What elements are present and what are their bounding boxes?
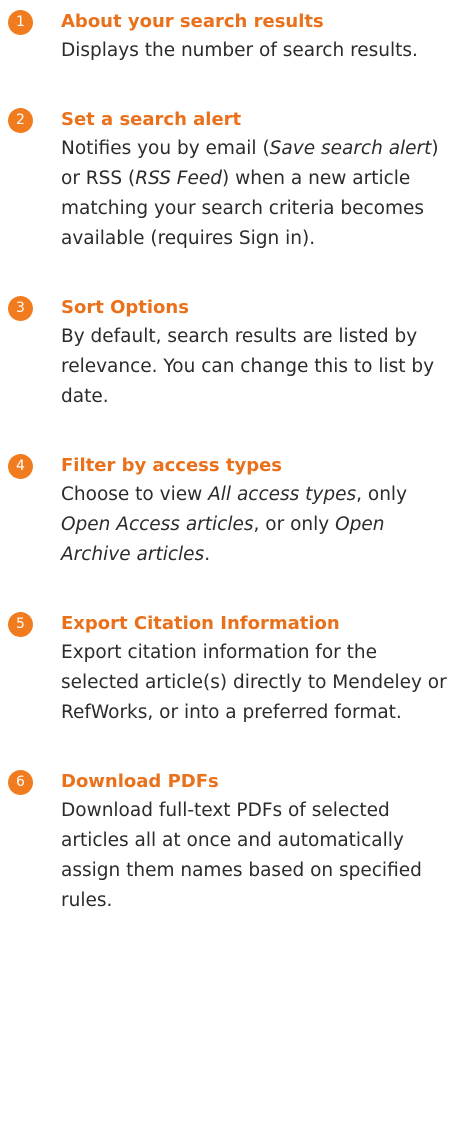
description-text: Choose to view — [61, 484, 209, 505]
feature-content: Export Citation Information Export citati… — [61, 610, 448, 728]
feature-description: Choose to view All access types, only Op… — [61, 480, 448, 570]
emphasized-term: Save search alert — [269, 138, 432, 159]
feature-content: Download PDFs Download full-text PDFs of … — [61, 768, 448, 916]
description-text: Download full-text PDFs of selected arti… — [61, 800, 422, 911]
number-badge: 3 — [8, 296, 33, 321]
feature-item: 5 Export Citation Information Export citat… — [8, 610, 448, 728]
number-badge: 6 — [8, 770, 33, 795]
feature-description: Notifies you by email (Save search alert… — [61, 134, 448, 254]
feature-content: About your search results Displays the nu… — [61, 8, 448, 66]
feature-item: 6 Download PDFs Download full-text PDFs of… — [8, 768, 448, 916]
feature-title: Export Citation Information — [61, 613, 340, 634]
feature-title: Download PDFs — [61, 771, 219, 792]
description-text: Export citation information for the sele… — [61, 642, 447, 723]
description-text: Notifies you by email ( — [61, 138, 270, 159]
number-badge: 5 — [8, 612, 33, 637]
feature-content: Sort Options By default, search results a… — [61, 294, 448, 412]
number-badge: 2 — [8, 108, 33, 133]
description-text: . — [204, 544, 211, 565]
number-badge: 4 — [8, 454, 33, 479]
feature-description: Displays the number of search results. — [61, 36, 448, 66]
feature-item: 3 Sort Options By default, search results … — [8, 294, 448, 412]
feature-content: Set a search alert Notifies you by email … — [61, 106, 448, 254]
feature-title: Sort Options — [61, 297, 189, 318]
feature-list: 1 About your search results Displays the n… — [8, 8, 448, 956]
feature-description: Export citation information for the sele… — [61, 638, 448, 728]
feature-item: 4 Filter by access types Choose to view Al… — [8, 452, 448, 570]
feature-description: By default, search results are listed by… — [61, 322, 448, 412]
feature-description: Download full-text PDFs of selected arti… — [61, 796, 448, 916]
description-text: , only — [356, 484, 408, 505]
emphasized-term: All access types — [208, 484, 357, 505]
emphasized-term: RSS Feed — [135, 168, 222, 189]
description-text: By default, search results are listed by… — [61, 326, 435, 407]
feature-item: 2 Set a search alert Notifies you by email… — [8, 106, 448, 254]
emphasized-term: Open Access articles — [61, 514, 254, 535]
feature-title: Set a search alert — [61, 109, 242, 130]
feature-title: Filter by access types — [61, 455, 283, 476]
feature-title: About your search results — [61, 11, 324, 32]
description-text: , or only — [253, 514, 336, 535]
number-badge: 1 — [8, 10, 33, 35]
feature-item: 1 About your search results Displays the n… — [8, 8, 448, 66]
description-text: Displays the number of search results. — [61, 40, 418, 61]
feature-content: Filter by access types Choose to view All… — [61, 452, 448, 570]
